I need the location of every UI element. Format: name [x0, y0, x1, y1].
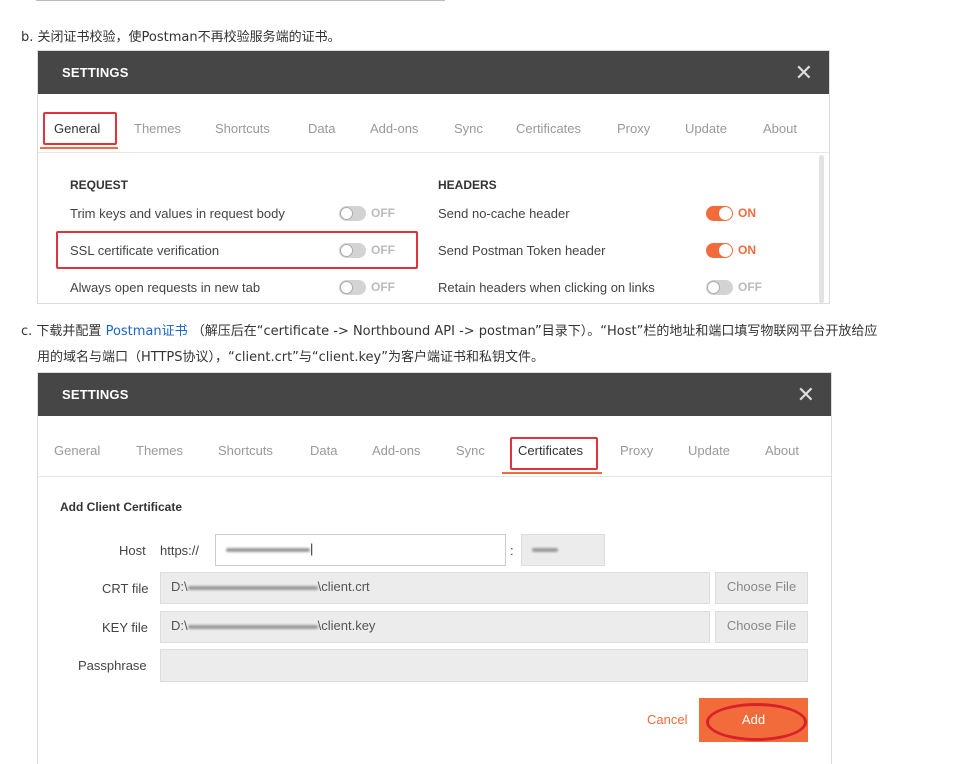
tab-sync[interactable]: Sync	[456, 443, 485, 458]
dialog-header: SETTINGS ✕	[38, 51, 829, 94]
tab-proxy[interactable]: Proxy	[617, 121, 650, 136]
settings-tabs: General Themes Shortcuts Data Add-ons Sy…	[38, 416, 831, 477]
redacted-path	[187, 624, 318, 629]
settings-tabs: General Themes Shortcuts Data Add-ons Sy…	[38, 94, 829, 153]
retain-headers-state: OFF	[738, 280, 762, 294]
dialog-title: SETTINGS	[62, 65, 129, 80]
step-b-prefix: b.	[21, 30, 38, 45]
no-cache-toggle[interactable]	[706, 206, 733, 221]
redacted-path	[187, 585, 318, 590]
tab-general[interactable]: General	[54, 443, 100, 458]
no-cache-label: Send no-cache header	[438, 206, 570, 221]
trim-keys-label: Trim keys and values in request body	[70, 206, 285, 221]
postman-token-label: Send Postman Token header	[438, 243, 606, 258]
close-icon[interactable]: ✕	[795, 60, 813, 86]
scrollbar[interactable]	[819, 155, 824, 303]
tab-add-ons[interactable]: Add-ons	[372, 443, 420, 458]
tab-about[interactable]: About	[765, 443, 799, 458]
ssl-highlight-box	[56, 231, 418, 269]
redacted-host	[226, 547, 310, 552]
step-c-before: 下载并配置	[36, 324, 106, 339]
postman-cert-link[interactable]: Postman证书	[106, 324, 188, 339]
key-file-input[interactable]: D:\ \client.key	[160, 611, 710, 643]
settings-dialog-certificates: SETTINGS ✕ General Themes Shortcuts Data…	[37, 372, 832, 764]
tab-data[interactable]: Data	[310, 443, 337, 458]
key-choose-file-button[interactable]: Choose File	[715, 611, 808, 643]
tab-shortcuts[interactable]: Shortcuts	[218, 443, 273, 458]
open-new-tab-label: Always open requests in new tab	[70, 280, 261, 295]
step-c-prefix: c.	[21, 324, 37, 339]
crt-choose-file-button[interactable]: Choose File	[715, 572, 808, 604]
settings-dialog-general: SETTINGS ✕ General Themes Shortcuts Data…	[37, 50, 830, 304]
retain-headers-toggle[interactable]	[706, 280, 733, 295]
trim-keys-toggle[interactable]	[339, 206, 366, 221]
crt-path-prefix: D:\	[171, 579, 188, 594]
crt-file-input[interactable]: D:\ \client.crt	[160, 572, 710, 604]
postman-token-state: ON	[738, 243, 756, 257]
key-path-suffix: \client.key	[317, 618, 376, 633]
key-file-label: KEY file	[102, 620, 149, 635]
tab-shortcuts[interactable]: Shortcuts	[215, 121, 270, 136]
headers-heading: HEADERS	[438, 178, 497, 192]
step-b-text: b. 关闭证书校验，使Postman不再校验服务端的证书。	[21, 26, 341, 45]
tab-themes[interactable]: Themes	[134, 121, 181, 136]
crt-file-label: CRT file	[102, 581, 149, 596]
tab-certificates[interactable]: Certificates	[516, 121, 581, 136]
dialog-title: SETTINGS	[62, 387, 129, 402]
dialog-header: SETTINGS ✕	[38, 373, 831, 416]
tab-update[interactable]: Update	[685, 121, 727, 136]
open-new-tab-toggle[interactable]	[339, 280, 366, 295]
active-tab-underline	[502, 472, 602, 474]
close-icon[interactable]: ✕	[797, 382, 815, 408]
retain-headers-label: Retain headers when clicking on links	[438, 280, 655, 295]
tab-proxy[interactable]: Proxy	[620, 443, 653, 458]
cancel-button[interactable]: Cancel	[647, 712, 687, 727]
port-input[interactable]	[521, 534, 605, 566]
tab-update[interactable]: Update	[688, 443, 730, 458]
tab-about[interactable]: About	[763, 121, 797, 136]
open-new-tab-state: OFF	[371, 280, 395, 294]
step-c-after: （解压后在“certificate -> Northbound API -> p…	[187, 324, 878, 339]
host-protocol: https://	[160, 543, 200, 558]
tab-add-ons[interactable]: Add-ons	[370, 121, 418, 136]
passphrase-input[interactable]	[160, 649, 808, 682]
redacted-port	[532, 547, 558, 552]
tab-data[interactable]: Data	[308, 121, 335, 136]
step-c-text: c. 下载并配置 Postman证书 （解压后在“certificate -> …	[21, 320, 877, 339]
crt-path-suffix: \client.crt	[317, 579, 370, 594]
postman-token-toggle[interactable]	[706, 243, 733, 258]
top-divider	[36, 0, 445, 1]
add-highlight-ring	[706, 703, 807, 741]
passphrase-label: Passphrase	[78, 658, 147, 673]
step-b-body: 关闭证书校验，使Postman不再校验服务端的证书。	[37, 30, 341, 45]
active-tab-highlight	[510, 437, 598, 470]
trim-keys-state: OFF	[371, 206, 395, 220]
request-heading: REQUEST	[70, 178, 129, 192]
host-label: Host	[119, 543, 146, 558]
no-cache-state: ON	[738, 206, 756, 220]
port-separator: :	[510, 543, 514, 558]
step-c-line2: 用的域名与端口（HTTPS协议），“client.crt”与“client.ke…	[37, 350, 544, 365]
active-tab-highlight	[43, 112, 117, 145]
key-path-prefix: D:\	[171, 618, 188, 633]
tab-themes[interactable]: Themes	[136, 443, 183, 458]
active-tab-underline	[40, 147, 118, 149]
host-input[interactable]: |	[215, 534, 506, 566]
tab-sync[interactable]: Sync	[454, 121, 483, 136]
section-title: Add Client Certificate	[60, 500, 183, 514]
